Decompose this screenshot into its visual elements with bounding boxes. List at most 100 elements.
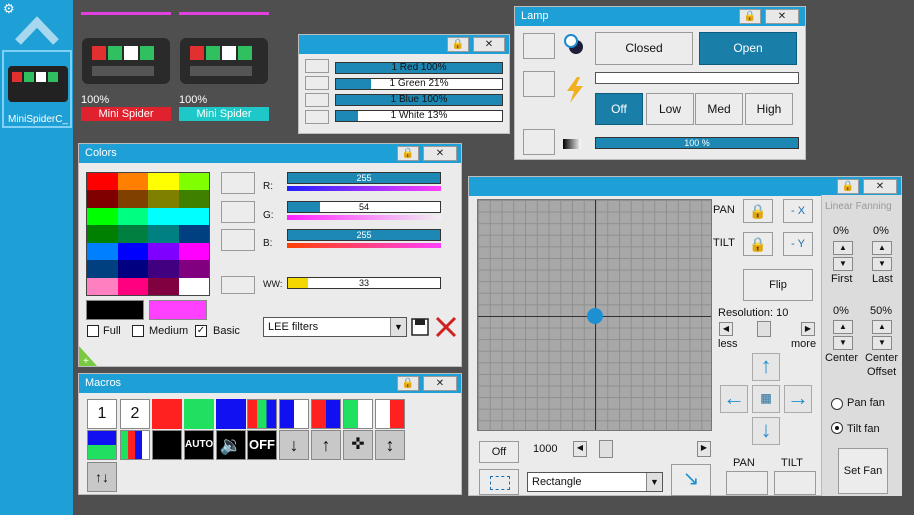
palette-color-cell[interactable] — [148, 260, 179, 278]
red-channel-button[interactable] — [221, 172, 255, 194]
fixture-card-2[interactable]: 100% Mini Spider — [178, 10, 270, 122]
delete-icon[interactable] — [435, 316, 457, 338]
tilt-lock-button[interactable]: 🔒 — [743, 232, 773, 256]
palette-color-cell[interactable] — [178, 190, 209, 208]
resolution-slider-thumb[interactable] — [757, 321, 771, 337]
tilt-fan-radio[interactable] — [831, 422, 843, 434]
shape-select[interactable]: Rectangle ▼ — [527, 472, 663, 492]
macro-white-red-button[interactable] — [375, 399, 405, 429]
offset-up-button[interactable]: ▲ — [872, 320, 892, 334]
channel-bar-red[interactable]: 1 Red 100% — [335, 62, 503, 74]
macro-green-white-button[interactable] — [343, 399, 373, 429]
center-up-button[interactable]: ▲ — [833, 320, 853, 334]
palette-color-cell[interactable] — [148, 277, 179, 295]
close-button[interactable]: ✕ — [423, 146, 457, 161]
fixture-card-1[interactable]: 100% Mini Spider — [80, 10, 172, 122]
close-button[interactable]: ✕ — [765, 9, 799, 24]
full-checkbox[interactable] — [87, 325, 99, 337]
macro-green-blue-button[interactable] — [87, 430, 117, 460]
macro-rgb-chase-button[interactable] — [247, 399, 277, 429]
color-palette[interactable] — [86, 172, 210, 296]
add-corner-icon[interactable]: + — [79, 346, 97, 367]
move-right-button[interactable]: → — [784, 385, 812, 413]
move-up-button[interactable]: ↑ — [752, 353, 780, 381]
move-left-button[interactable]: ← — [720, 385, 748, 413]
shutter-closed-button[interactable]: Closed — [595, 32, 693, 65]
ww-channel-button[interactable] — [221, 276, 255, 294]
close-button[interactable]: ✕ — [423, 376, 457, 391]
palette-color-cell[interactable] — [117, 225, 148, 243]
last-down-button[interactable]: ▼ — [872, 257, 892, 271]
macro-red-button[interactable] — [152, 399, 182, 429]
pan-fan-radio[interactable] — [831, 398, 843, 410]
palette-color-cell[interactable] — [87, 277, 118, 295]
tilt-value-button[interactable] — [774, 471, 816, 495]
selected-color-swatch[interactable] — [149, 300, 207, 320]
ww-bar[interactable]: 33 — [287, 277, 441, 289]
shape-icon-button[interactable] — [479, 469, 519, 495]
save-icon[interactable] — [411, 317, 429, 337]
filter-select[interactable]: LEE filters ▼ — [263, 317, 407, 337]
macro-rgb-stripes-button[interactable] — [120, 430, 150, 460]
last-up-button[interactable]: ▲ — [872, 241, 892, 255]
palette-color-cell[interactable] — [117, 242, 148, 261]
palette-color-cell[interactable] — [178, 260, 209, 278]
basic-checkbox[interactable]: ✓ — [195, 325, 207, 337]
speed-slider-thumb[interactable] — [599, 440, 613, 458]
channel-button-blue[interactable] — [305, 93, 329, 107]
macro-black-button[interactable] — [152, 430, 182, 460]
green-bar[interactable]: 54 — [287, 201, 441, 213]
position-handle[interactable] — [587, 308, 603, 324]
channel-bar-blue[interactable]: 1 Blue 100% — [335, 94, 503, 106]
close-button[interactable]: ✕ — [473, 37, 505, 52]
resolution-left-button[interactable]: ◀ — [719, 322, 733, 336]
lock-button[interactable]: 🔒 — [837, 179, 859, 194]
invert-y-button[interactable]: - Y — [783, 232, 813, 256]
dimmer-button[interactable] — [523, 129, 555, 155]
palette-color-cell[interactable] — [178, 173, 209, 191]
palette-color-cell[interactable] — [148, 242, 179, 261]
lock-button[interactable]: 🔒 — [397, 376, 419, 391]
palette-color-cell[interactable] — [178, 207, 209, 226]
macro-2-button[interactable]: 2 — [120, 399, 150, 429]
channel-bar-green[interactable]: 1 Green 21% — [335, 78, 503, 90]
palette-color-cell[interactable] — [117, 277, 148, 295]
shutter-button[interactable] — [523, 33, 555, 59]
pan-lock-button[interactable]: 🔒 — [743, 199, 773, 223]
lamp-med-button[interactable]: Med — [695, 93, 743, 125]
palette-color-cell[interactable] — [87, 225, 118, 243]
speed-right-button[interactable]: ▶ — [697, 441, 711, 457]
palette-color-cell[interactable] — [178, 225, 209, 243]
channel-button-green[interactable] — [305, 76, 329, 90]
channel-button-white[interactable] — [305, 110, 329, 124]
palette-color-cell[interactable] — [148, 173, 179, 191]
palette-color-cell[interactable] — [87, 173, 118, 191]
shape-direction-button[interactable]: ↘ — [671, 464, 711, 496]
palette-color-cell[interactable] — [178, 242, 209, 261]
pan-value-button[interactable] — [726, 471, 768, 495]
lamp-high-button[interactable]: High — [745, 93, 793, 125]
flip-button[interactable]: Flip — [743, 269, 813, 301]
strobe-button[interactable] — [523, 71, 555, 97]
palette-color-cell[interactable] — [117, 207, 148, 226]
red-bar[interactable]: 255 — [287, 172, 441, 184]
close-button[interactable]: ✕ — [863, 179, 897, 194]
blue-bar[interactable]: 255 — [287, 229, 441, 241]
lamp-off-button[interactable]: Off — [595, 93, 643, 125]
collapse-up-icon[interactable] — [14, 10, 60, 46]
palette-color-cell[interactable] — [87, 242, 118, 261]
center-down-button[interactable]: ▼ — [833, 336, 853, 350]
arrow-down-icon[interactable]: ↓ — [279, 430, 309, 460]
palette-color-cell[interactable] — [87, 207, 118, 226]
first-up-button[interactable]: ▲ — [833, 241, 853, 255]
palette-color-cell[interactable] — [87, 190, 118, 208]
channel-button-red[interactable] — [305, 59, 329, 73]
up-down-icon[interactable]: ↕ — [375, 430, 405, 460]
pan-tilt-grid[interactable] — [477, 199, 712, 431]
green-channel-button[interactable] — [221, 201, 255, 223]
dimmer-bar[interactable]: 100 % — [595, 137, 799, 149]
palette-color-cell[interactable] — [148, 190, 179, 208]
channel-bar-white[interactable]: 1 White 13% — [335, 110, 503, 122]
macro-blue-button[interactable] — [216, 399, 246, 429]
lamp-low-button[interactable]: Low — [646, 93, 694, 125]
